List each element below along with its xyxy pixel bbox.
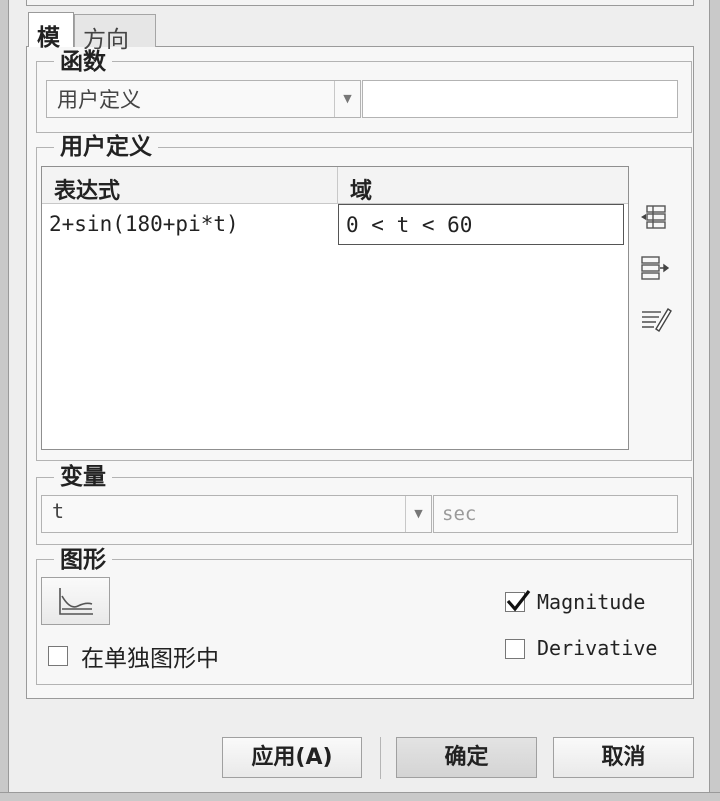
- derivative-label: Derivative: [537, 636, 658, 660]
- edit-expression-icon[interactable]: [639, 304, 673, 332]
- variable-select[interactable]: t ▼: [41, 495, 432, 533]
- graph-icon: [56, 586, 96, 631]
- tab-model[interactable]: 模: [28, 12, 74, 51]
- magnitude-label: Magnitude: [537, 590, 646, 614]
- derivative-checkbox[interactable]: [505, 639, 525, 659]
- apply-button[interactable]: 应用(A): [222, 737, 362, 778]
- magnitude-checkbox[interactable]: [505, 590, 531, 612]
- function-type-value: 用户定义: [57, 88, 141, 112]
- window-frame-left: [0, 0, 9, 801]
- cancel-button[interactable]: 取消: [553, 737, 694, 778]
- function-value-field[interactable]: [362, 80, 678, 118]
- variable-group-title: 变量: [54, 464, 112, 490]
- function-type-select[interactable]: 用户定义 ▼: [46, 80, 361, 118]
- graph-group-title: 图形: [54, 547, 112, 573]
- append-row-icon[interactable]: [639, 254, 673, 282]
- separate-graph-checkbox[interactable]: [48, 646, 68, 666]
- window-frame-right: [709, 0, 720, 801]
- chevron-down-icon[interactable]: ▼: [334, 81, 360, 117]
- ok-button[interactable]: 确定: [396, 737, 537, 778]
- table-cell-domain[interactable]: 0 < t < 60: [338, 204, 624, 245]
- variable-value: t: [52, 499, 65, 523]
- user-defined-group-title: 用户定义: [54, 134, 158, 160]
- graph-button[interactable]: [41, 577, 110, 625]
- variable-unit-field[interactable]: sec: [433, 495, 678, 533]
- upper-panel-edge: [26, 0, 694, 6]
- tab-direction[interactable]: 方向: [74, 14, 156, 53]
- button-divider: [380, 737, 381, 779]
- table-cell-expression[interactable]: 2+sin(180+pi*t): [42, 204, 338, 245]
- window-frame-bottom: [0, 792, 720, 801]
- expression-table: 表达式 域 2+sin(180+pi*t) 0 < t < 60: [41, 166, 629, 450]
- column-header-domain[interactable]: 域: [338, 167, 628, 204]
- chevron-down-icon[interactable]: ▼: [405, 496, 431, 532]
- function-group-title: 函数: [54, 49, 112, 75]
- column-header-expression[interactable]: 表达式: [42, 167, 338, 204]
- insert-row-icon[interactable]: [639, 203, 673, 231]
- separate-graph-label: 在单独图形中: [81, 646, 219, 672]
- check-mark-icon: [506, 590, 531, 612]
